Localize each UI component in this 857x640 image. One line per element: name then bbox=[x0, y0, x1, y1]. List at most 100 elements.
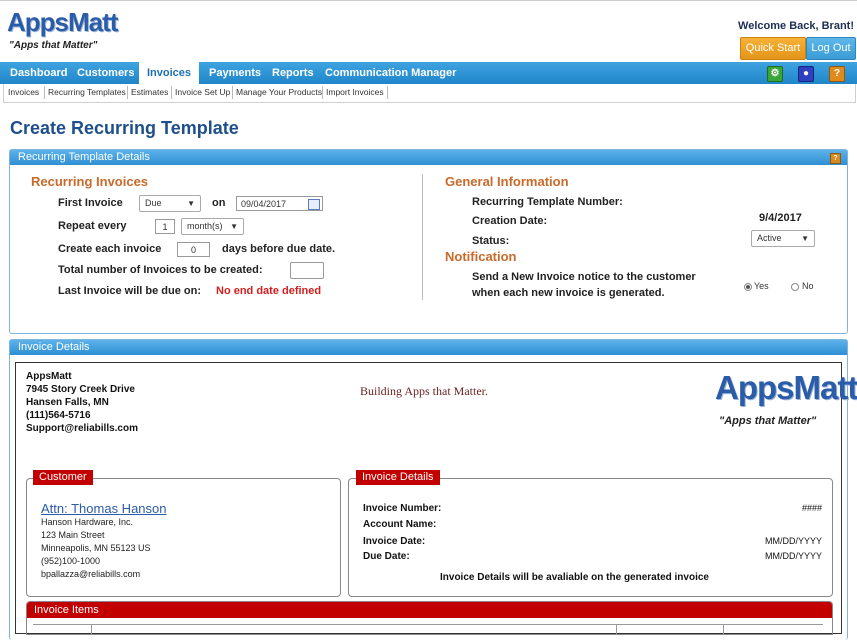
total-number-label: Total number of Invoices to be created: bbox=[58, 264, 263, 276]
template-number-label: Recurring Template Number: bbox=[472, 196, 623, 208]
notify-yes-label[interactable]: Yes bbox=[754, 281, 769, 291]
nav-reports[interactable]: Reports bbox=[272, 62, 314, 84]
customer-box: Attn: Thomas Hanson Hanson Hardware, Inc… bbox=[26, 478, 341, 597]
nav-dashboard[interactable]: Dashboard bbox=[10, 62, 67, 84]
column-divider bbox=[422, 174, 423, 300]
invoice-logo-tagline: "Apps that Matter" bbox=[719, 415, 817, 427]
customer-email: bpallazza@reliabills.com bbox=[41, 569, 141, 579]
repeat-unit-value: month(s) bbox=[187, 221, 223, 231]
subnav-divider bbox=[232, 86, 233, 99]
days-before-label: days before due date. bbox=[222, 243, 336, 255]
nav-payments[interactable]: Payments bbox=[209, 62, 261, 84]
repeat-interval-field[interactable]: 1 bbox=[155, 219, 175, 234]
nav-communication-manager[interactable]: Communication Manager bbox=[325, 62, 456, 84]
invoice-date-label: Invoice Date: bbox=[363, 536, 426, 547]
total-number-field[interactable] bbox=[290, 262, 324, 279]
general-information-title: General Information bbox=[445, 174, 569, 189]
invoice-logo: AppsMatt bbox=[715, 369, 857, 406]
gear-icon[interactable]: ⚙ bbox=[767, 66, 783, 82]
template-details-panel: Recurring Template Details ? Recurring I… bbox=[9, 149, 848, 334]
subnav-divider bbox=[322, 86, 323, 99]
table-column-divider bbox=[91, 625, 92, 635]
subnav-import-invoices[interactable]: Import Invoices bbox=[326, 87, 384, 97]
quick-start-button[interactable]: Quick Start bbox=[740, 37, 806, 60]
invoice-info-box: Invoice Number: #### Account Name: Invoi… bbox=[348, 478, 833, 597]
customer-city: Minneapolis, MN 55123 US bbox=[41, 543, 151, 553]
logo-tagline: "Apps that Matter" bbox=[9, 40, 98, 51]
user-icon[interactable]: ● bbox=[798, 66, 814, 82]
creation-date-label: Creation Date: bbox=[472, 215, 548, 227]
subnav-divider bbox=[171, 86, 172, 99]
due-date-value: MM/DD/YYYY bbox=[764, 551, 822, 561]
company-slogan: Building Apps that Matter. bbox=[360, 384, 488, 398]
logo[interactable]: AppsMatt bbox=[7, 7, 118, 38]
notify-no-label[interactable]: No bbox=[802, 281, 814, 291]
first-invoice-select-value: Due bbox=[145, 198, 162, 208]
invoice-details-tab: Invoice Details bbox=[356, 470, 440, 485]
company-address1: 7945 Story Creek Drive bbox=[26, 384, 135, 395]
invoice-preview: AppsMatt 7945 Story Creek Drive Hansen F… bbox=[15, 362, 857, 635]
invoice-number-label: Invoice Number: bbox=[363, 503, 442, 514]
company-email: Support@reliabills.com bbox=[26, 423, 138, 434]
invoice-items-table bbox=[33, 624, 823, 635]
help-icon[interactable]: ? bbox=[830, 153, 841, 164]
invoice-number-value: #### bbox=[801, 503, 822, 513]
notification-text-line2: when each new invoice is generated. bbox=[472, 287, 665, 299]
chevron-down-icon: ▼ bbox=[187, 199, 195, 208]
subnav-invoice-set-up[interactable]: Invoice Set Up bbox=[175, 87, 230, 97]
last-invoice-value: No end date defined bbox=[216, 285, 322, 297]
recurring-invoices-title: Recurring Invoices bbox=[31, 174, 149, 189]
main-nav: Dashboard Customers Invoices Payments Re… bbox=[0, 62, 857, 84]
notification-text-line1: Send a New Invoice notice to the custome… bbox=[472, 271, 696, 283]
repeat-every-label: Repeat every bbox=[58, 220, 127, 232]
notification-title: Notification bbox=[445, 249, 517, 264]
first-invoice-label: First Invoice bbox=[58, 197, 123, 209]
create-each-label: Create each invoice bbox=[58, 243, 162, 255]
notify-yes-radio[interactable] bbox=[744, 283, 752, 291]
sub-nav: Invoices Recurring Templates Estimates I… bbox=[3, 84, 856, 103]
last-invoice-label: Last Invoice will be due on: bbox=[58, 285, 202, 297]
due-date-label: Due Date: bbox=[363, 551, 410, 562]
app-header: AppsMatt "Apps that Matter" Welcome Back… bbox=[0, 0, 857, 62]
calendar-icon[interactable] bbox=[308, 199, 320, 210]
on-label: on bbox=[212, 197, 226, 209]
customer-street: 123 Main Street bbox=[41, 530, 105, 540]
notify-no-radio[interactable] bbox=[791, 283, 799, 291]
page-title: Create Recurring Template bbox=[10, 118, 239, 138]
help-icon[interactable]: ? bbox=[829, 66, 845, 82]
date-value: 09/04/2017 bbox=[241, 199, 287, 209]
company-phone: (111)564-5716 bbox=[26, 410, 91, 421]
nav-invoices[interactable]: Invoices bbox=[139, 62, 199, 84]
panel-header: Invoice Details bbox=[10, 340, 847, 355]
invoice-details-note: Invoice Details will be avaliable on the… bbox=[440, 572, 709, 583]
welcome-message: Welcome Back, Brant! bbox=[738, 20, 854, 32]
customer-phone: (952)100-1000 bbox=[41, 556, 101, 566]
subnav-estimates[interactable]: Estimates bbox=[131, 87, 168, 97]
panel-title: Recurring Template Details bbox=[18, 151, 150, 163]
customer-tab: Customer bbox=[33, 470, 93, 485]
table-column-divider bbox=[723, 625, 724, 635]
company-address2: Hansen Falls, MN bbox=[26, 397, 109, 408]
table-column-divider bbox=[616, 625, 617, 635]
chevron-down-icon: ▼ bbox=[230, 222, 238, 231]
repeat-unit-select[interactable]: month(s) ▼ bbox=[181, 218, 244, 235]
chevron-down-icon: ▼ bbox=[801, 234, 809, 243]
first-invoice-date-field[interactable]: 09/04/2017 bbox=[236, 196, 323, 211]
account-name-label: Account Name: bbox=[363, 519, 437, 530]
subnav-manage-products[interactable]: Manage Your Products bbox=[236, 87, 322, 97]
customer-attn-link[interactable]: Attn: Thomas Hanson bbox=[41, 501, 167, 516]
status-value: Active bbox=[757, 233, 782, 243]
subnav-divider bbox=[387, 86, 388, 99]
invoice-items-box: Invoice Items bbox=[26, 601, 833, 635]
customer-company: Hanson Hardware, Inc. bbox=[41, 517, 134, 527]
status-select[interactable]: Active ▼ bbox=[751, 230, 815, 247]
status-label: Status: bbox=[472, 235, 510, 247]
nav-customers[interactable]: Customers bbox=[77, 62, 134, 84]
subnav-recurring-templates[interactable]: Recurring Templates bbox=[48, 87, 126, 97]
days-before-field[interactable]: 0 bbox=[177, 242, 210, 257]
logout-button[interactable]: Log Out bbox=[806, 37, 856, 60]
first-invoice-select[interactable]: Due ▼ bbox=[139, 195, 201, 212]
subnav-invoices[interactable]: Invoices bbox=[8, 87, 39, 97]
panel-title: Invoice Details bbox=[18, 341, 90, 353]
invoice-date-value: MM/DD/YYYY bbox=[764, 536, 822, 546]
